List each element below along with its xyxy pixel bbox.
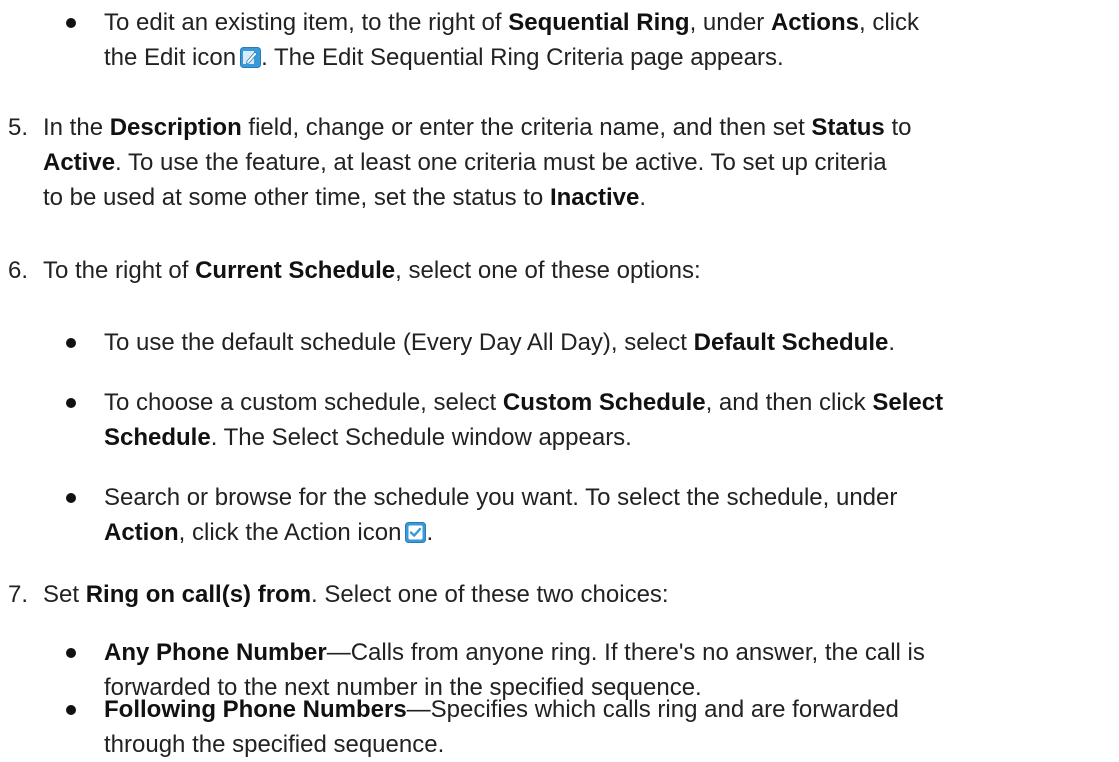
- ui-term: Schedule: [104, 424, 211, 451]
- ui-term: Custom Schedule: [502, 389, 706, 416]
- text-span: .: [426, 519, 434, 546]
- bullet-marker: [66, 705, 76, 715]
- list-item-text: To choose a custom schedule, select Cust…: [104, 385, 1104, 455]
- text-span: To use the default schedule (Every Day A…: [104, 329, 694, 356]
- list-item-text: To use the default schedule (Every Day A…: [104, 325, 1104, 360]
- ui-term: Select: [872, 389, 944, 416]
- bullet-marker: [66, 338, 76, 348]
- text-span: Search or browse for the schedule you wa…: [104, 484, 898, 511]
- text-span: , click: [858, 9, 919, 36]
- ui-term: Sequential Ring: [508, 9, 690, 36]
- bullet-marker: [66, 493, 76, 503]
- ui-term: Description: [109, 114, 242, 141]
- step-text: Set Ring on call(s) from. Select one of …: [43, 577, 1103, 612]
- text-span: , click the Action icon: [178, 519, 402, 546]
- text-span: . Select one of these two choices:: [311, 581, 669, 608]
- text-span: field, change or enter the criteria name…: [241, 114, 812, 141]
- step-text: In the Description field, change or ente…: [43, 110, 1103, 215]
- text-span: the Edit icon: [104, 44, 237, 71]
- ui-term: Active: [43, 149, 116, 176]
- text-span: —Specifies which calls ring and are forw…: [406, 696, 899, 723]
- bullet-marker: [66, 398, 76, 408]
- document-page: To edit an existing item, to the right o…: [0, 0, 1119, 761]
- list-item-text: To edit an existing item, to the right o…: [104, 5, 1104, 75]
- text-span: , and then click: [705, 389, 873, 416]
- ui-term: Following Phone Numbers: [104, 696, 407, 723]
- text-span: To edit an existing item, to the right o…: [104, 9, 509, 36]
- text-span: . The Edit Sequential Ring Criteria page…: [261, 44, 784, 71]
- text-span: , select one of these options:: [395, 257, 701, 284]
- text-span: through the specified sequence.: [104, 731, 445, 758]
- list-item-text: Search or browse for the schedule you wa…: [104, 480, 1104, 550]
- text-span: —Calls from anyone ring. If there's no a…: [326, 639, 925, 666]
- edit-icon: [240, 47, 262, 68]
- text-span: , under: [689, 9, 771, 36]
- step-number: 5.: [8, 114, 29, 141]
- check-icon: [405, 522, 427, 543]
- text-span: Set: [43, 581, 86, 608]
- bullet-marker: [66, 648, 76, 658]
- text-span: .: [888, 329, 896, 356]
- ui-term: Actions: [770, 9, 859, 36]
- ui-term: Inactive: [549, 184, 640, 211]
- ui-term: Action: [104, 519, 179, 546]
- text-span: to be used at some other time, set the s…: [43, 184, 550, 211]
- ui-term: Current Schedule: [195, 257, 396, 284]
- list-item-text: Following Phone Numbers—Specifies which …: [104, 692, 1104, 762]
- text-span: to: [884, 114, 912, 141]
- step-number: 6.: [8, 257, 29, 284]
- text-span: To choose a custom schedule, select: [104, 389, 503, 416]
- ui-term: Ring on call(s) from: [85, 581, 312, 608]
- step-text: To the right of Current Schedule, select…: [43, 253, 1103, 288]
- ui-term: Default Schedule: [693, 329, 889, 356]
- text-span: In the: [43, 114, 110, 141]
- bullet-marker: [66, 18, 76, 28]
- text-span: .: [639, 184, 647, 211]
- step-number: 7.: [8, 581, 29, 608]
- text-span: To the right of: [43, 257, 196, 284]
- ui-term: Any Phone Number: [104, 639, 327, 666]
- text-span: . The Select Schedule window appears.: [210, 424, 632, 451]
- text-span: . To use the feature, at least one crite…: [115, 149, 887, 176]
- ui-term: Status: [811, 114, 885, 141]
